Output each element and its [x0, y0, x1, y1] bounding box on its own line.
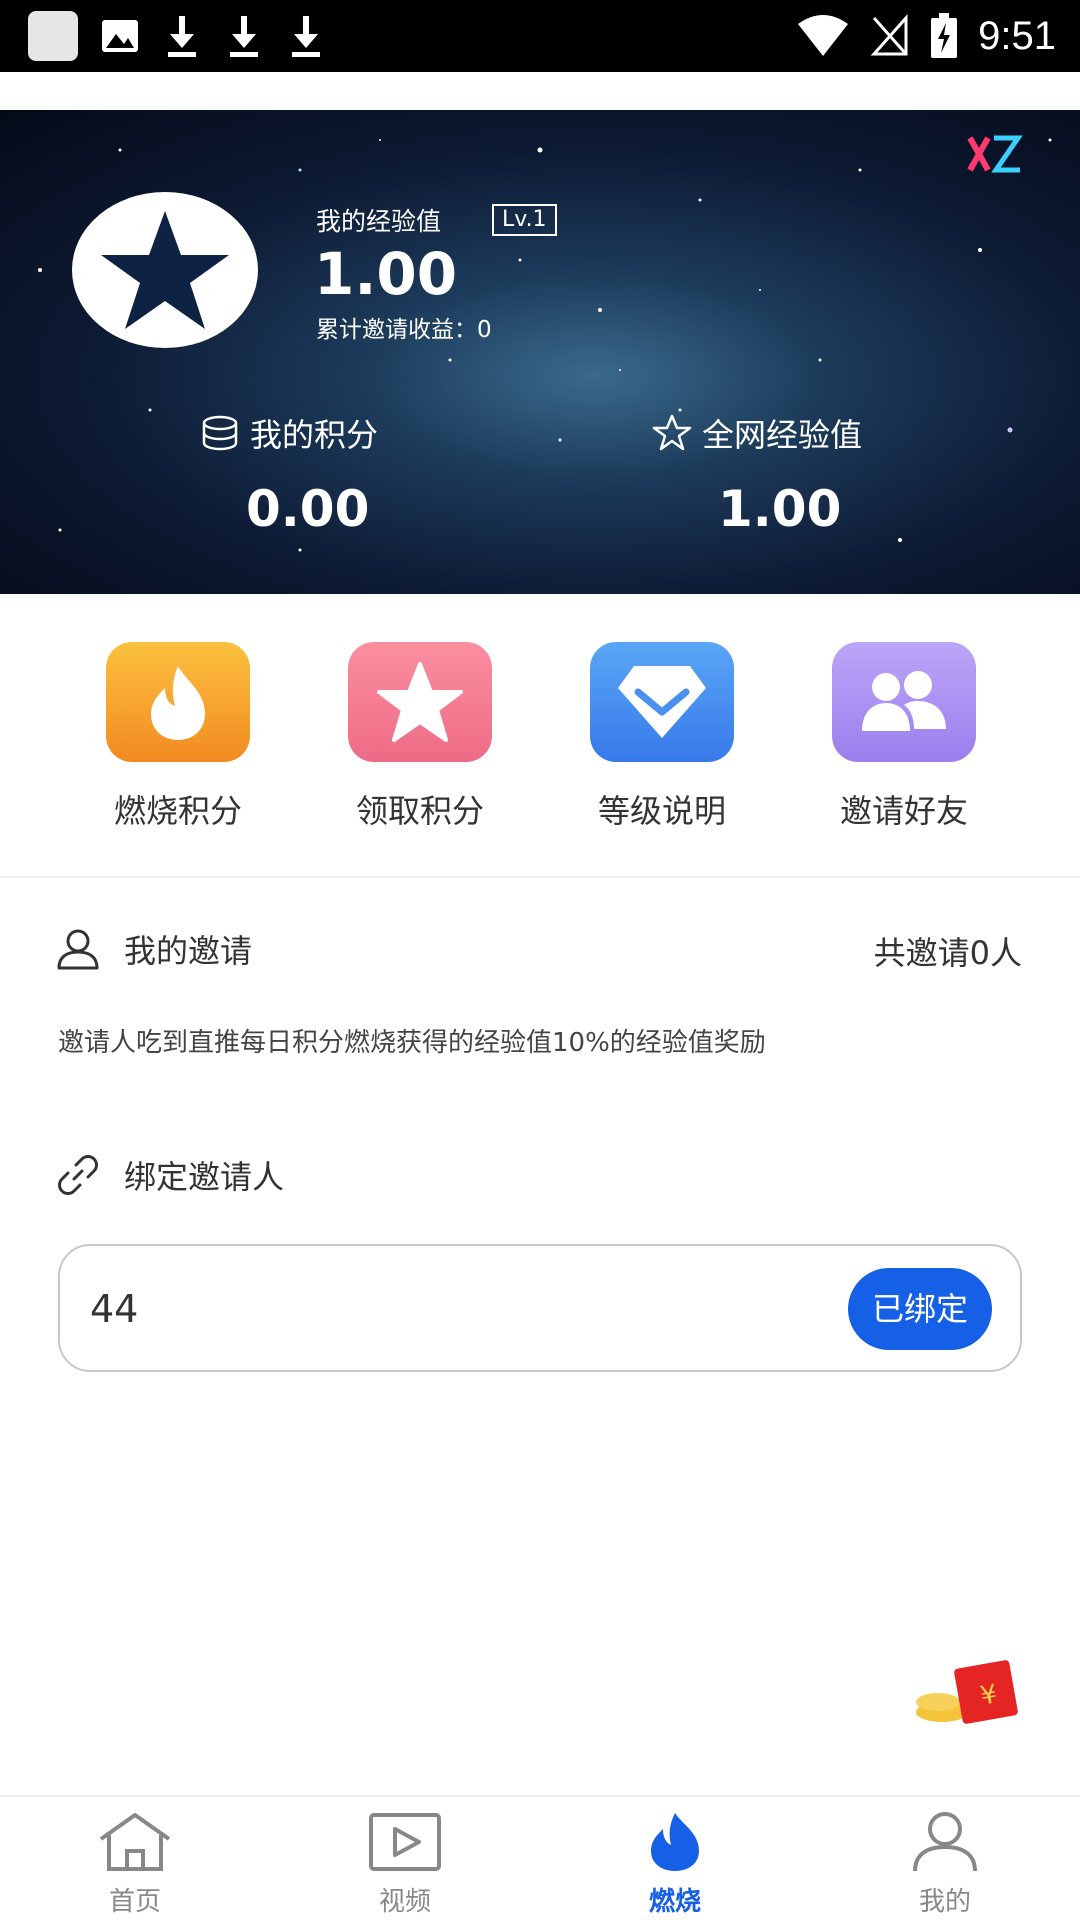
points-value: 0.00 — [246, 480, 370, 538]
my-invite-title: 我的邀请 — [124, 932, 253, 970]
invite-count: 共邀请0人 — [873, 934, 1022, 972]
profile-icon — [913, 1812, 977, 1872]
bottom-nav: 首页 视频 燃烧 我的 — [0, 1795, 1080, 1922]
bound-button[interactable]: 已绑定 — [848, 1268, 992, 1350]
invite-earnings: 累计邀请收益：0 — [316, 317, 492, 343]
points-label-row: 我的积分 — [200, 410, 378, 456]
nav-label: 首页 — [108, 1887, 161, 1917]
nav-label: 我的 — [918, 1887, 971, 1917]
star-outline-icon — [652, 414, 692, 451]
nav-home[interactable]: 首页 — [0, 1811, 270, 1918]
battery-charging-icon — [931, 13, 958, 58]
user-summary-card: 我的经验值 Lv.1 1.00 累计邀请收益：0 我的积分 0.00 全网经验值… — [0, 110, 1080, 594]
avatar[interactable] — [72, 192, 258, 348]
person-icon — [57, 929, 99, 970]
nav-label: 视频 — [378, 1887, 431, 1917]
app-notification-icon — [28, 11, 78, 61]
header-strip — [0, 72, 1080, 110]
users-icon — [832, 642, 976, 762]
points-label: 我的积分 — [250, 416, 379, 454]
inviter-code-field: 已绑定 — [58, 1244, 1022, 1372]
clock: 9:51 — [978, 13, 1056, 58]
video-icon — [369, 1813, 441, 1871]
action-label: 领取积分 — [355, 792, 484, 830]
home-icon — [99, 1813, 171, 1871]
my-invite-header: 我的邀请 — [56, 926, 252, 972]
link-icon — [58, 1155, 98, 1195]
image-icon — [102, 20, 138, 52]
claim-points-button[interactable]: 领取积分 — [320, 642, 520, 832]
action-label: 等级说明 — [597, 792, 726, 830]
brand-logo — [964, 132, 1024, 185]
red-envelope-icon: ¥ — [916, 1660, 1018, 1724]
burn-points-button[interactable]: 燃烧积分 — [78, 642, 278, 832]
notification-icons — [28, 10, 326, 62]
nav-profile[interactable]: 我的 — [810, 1811, 1080, 1918]
coins-icon — [202, 415, 238, 451]
bind-inviter-header: 绑定邀请人 — [56, 1152, 284, 1198]
system-icons: 9:51 — [796, 10, 1056, 62]
wifi-icon — [798, 15, 849, 56]
invite-friends-button[interactable]: 邀请好友 — [804, 642, 1004, 832]
flame-icon — [106, 642, 250, 762]
exp-value: 1.00 — [314, 240, 458, 308]
star-icon — [101, 211, 229, 329]
download-icon — [168, 16, 196, 57]
nav-video[interactable]: 视频 — [270, 1811, 540, 1918]
flame-icon — [651, 1813, 699, 1871]
diamond-icon — [590, 642, 734, 762]
network-exp-value: 1.00 — [718, 480, 842, 538]
network-exp-label-row: 全网经验值 — [652, 410, 862, 456]
level-info-button[interactable]: 等级说明 — [562, 642, 762, 832]
nav-burn[interactable]: 燃烧 — [540, 1811, 810, 1918]
network-exp-label: 全网经验值 — [702, 416, 863, 454]
red-envelope-float[interactable]: ¥ — [908, 1658, 1028, 1728]
starfield-background — [38, 138, 1052, 552]
quick-actions: 燃烧积分 领取积分 等级说明 邀请好友 — [0, 594, 1080, 878]
level-badge: Lv.1 — [492, 204, 557, 236]
inviter-code-input[interactable] — [88, 1274, 812, 1344]
star-icon — [348, 642, 492, 762]
action-label: 邀请好友 — [839, 792, 968, 830]
action-label: 燃烧积分 — [113, 792, 242, 830]
status-bar: 9:51 — [0, 0, 1080, 72]
bind-inviter-title: 绑定邀请人 — [124, 1158, 285, 1196]
nav-label: 燃烧 — [648, 1887, 701, 1917]
no-signal-icon — [870, 14, 908, 56]
exp-label: 我的经验值 — [316, 207, 442, 236]
download-icon — [230, 16, 258, 57]
invite-description: 邀请人吃到直推每日积分燃烧获得的经验值10%的经验值奖励 — [58, 1028, 766, 1058]
download-icon — [292, 16, 320, 57]
